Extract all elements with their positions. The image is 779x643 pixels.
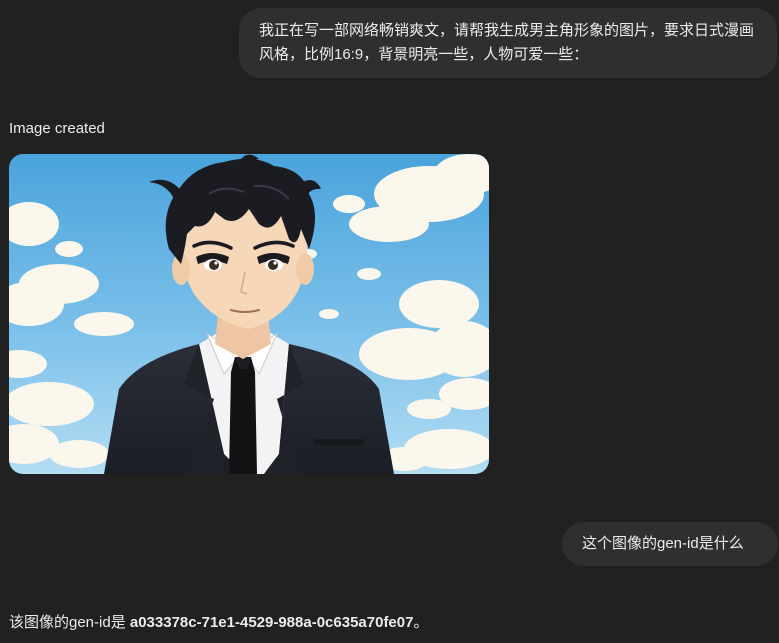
anime-man-illustration (9, 154, 489, 474)
user-message-question: 这个图像的gen-id是什么 (562, 522, 778, 566)
tie (229, 357, 257, 474)
assistant-reply-prefix: 该图像的gen-id是 (9, 614, 130, 631)
user-message-question-text: 这个图像的gen-id是什么 (582, 535, 744, 552)
assistant-reply-suffix: 。 (413, 614, 429, 631)
user-message-prompt: 我正在写一部网络畅销爽文，请帮我生成男主角形象的图片，要求日式漫画风格，比例16… (239, 8, 777, 78)
assistant-reply: 该图像的gen-id是 a033378c-71e1-4529-988a-0c63… (9, 612, 428, 634)
chat-thread: 我正在写一部网络畅销爽文，请帮我生成男主角形象的图片，要求日式漫画风格，比例16… (0, 0, 779, 643)
generated-image[interactable] (9, 154, 489, 474)
user-message-prompt-text: 我正在写一部网络畅销爽文，请帮我生成男主角形象的图片，要求日式漫画风格，比例16… (259, 22, 755, 63)
image-created-label: Image created (9, 120, 105, 137)
gen-id-value: a033378c-71e1-4529-988a-0c635a70fe07 (129, 614, 414, 631)
